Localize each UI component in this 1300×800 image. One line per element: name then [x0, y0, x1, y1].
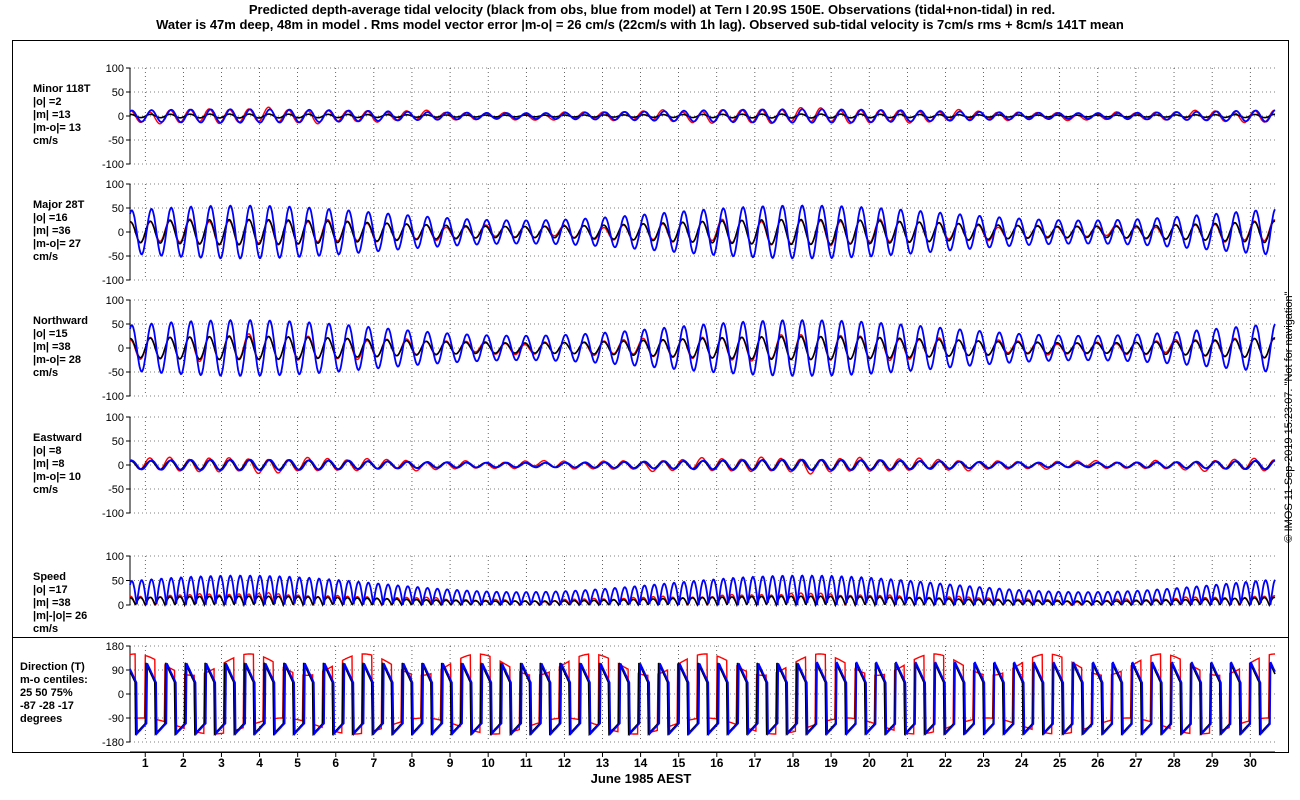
y-tick-label: -100 [102, 391, 124, 403]
x-tick-label: 28 [1167, 756, 1181, 770]
x-tick-label: 13 [596, 756, 610, 770]
x-tick-label: 30 [1244, 756, 1258, 770]
y-tick-label: 50 [112, 87, 124, 99]
x-tick-label: 6 [332, 756, 339, 770]
x-tick-label: 15 [672, 756, 686, 770]
y-tick-label: 100 [106, 179, 124, 191]
y-tick-label: -50 [108, 251, 124, 263]
y-tick-label: 0 [118, 343, 124, 355]
x-tick-label: 9 [447, 756, 454, 770]
y-tick-label: 0 [118, 111, 124, 123]
chart-title-line-2: Water is 47m deep, 48m in model . Rms mo… [156, 17, 1124, 32]
x-tick-label: 23 [977, 756, 991, 770]
panel-label-line: |m|-|o|= 26 [33, 610, 87, 622]
x-tick-label: 8 [409, 756, 416, 770]
panel-label-line: Major 28T [33, 199, 85, 211]
panel-label-line: cm/s [33, 484, 58, 496]
x-tick-label: 18 [786, 756, 800, 770]
y-tick-label: 50 [112, 576, 124, 588]
panel-label-line: cm/s [33, 623, 58, 635]
x-tick-label: 22 [939, 756, 953, 770]
y-tick-label: 100 [106, 63, 124, 75]
x-tick-label: 29 [1205, 756, 1219, 770]
x-tick-label: 25 [1053, 756, 1067, 770]
x-tick-label: 3 [218, 756, 225, 770]
panel-label-line: Direction (T) [20, 661, 85, 673]
x-tick-label: 17 [748, 756, 762, 770]
panel-label-line: |m| =38 [33, 341, 71, 353]
panel-label-line: m-o centiles: [20, 674, 88, 686]
x-tick-label: 19 [824, 756, 838, 770]
y-tick-label: 100 [106, 295, 124, 307]
x-tick-label: 20 [863, 756, 877, 770]
y-tick-label: 100 [106, 551, 124, 563]
x-tick-label: 26 [1091, 756, 1105, 770]
x-tick-label: 2 [180, 756, 187, 770]
panel-label-line: |o| =15 [33, 328, 68, 340]
x-tick-label: 16 [710, 756, 724, 770]
x-tick-label: 7 [371, 756, 378, 770]
panel-label-line: |m| =38 [33, 597, 71, 609]
panel-label-line: |m| =8 [33, 458, 65, 470]
x-tick-label: 1 [142, 756, 149, 770]
y-tick-label: 90 [112, 665, 124, 677]
panel-label-line: |o| =17 [33, 584, 68, 596]
y-tick-label: -50 [108, 135, 124, 147]
panel-label-line: Speed [33, 571, 66, 583]
y-tick-label: 50 [112, 436, 124, 448]
panel-label-line: cm/s [33, 135, 58, 147]
y-tick-label: 180 [106, 641, 124, 653]
panel-label-line: Eastward [33, 432, 82, 444]
y-tick-label: 50 [112, 203, 124, 215]
panel-label-line: |o| =2 [33, 96, 61, 108]
panel-label-line: Minor 118T [33, 83, 91, 95]
panel-label-line: |m-o|= 13 [33, 122, 81, 134]
x-tick-label: 14 [634, 756, 648, 770]
panel-label-line: |o| =8 [33, 445, 61, 457]
y-tick-label: 0 [118, 227, 124, 239]
x-tick-label: 10 [481, 756, 495, 770]
panel-label-line: 25 50 75% [20, 687, 73, 699]
panel-label-line: |m-o|= 27 [33, 238, 81, 250]
panel-label-line: -87 -28 -17 [20, 700, 74, 712]
x-tick-label: 4 [256, 756, 263, 770]
y-tick-label: -50 [108, 484, 124, 496]
y-tick-label: 0 [118, 460, 124, 472]
y-tick-label: 50 [112, 319, 124, 331]
y-tick-label: 100 [106, 412, 124, 424]
tidal-velocity-chart: Predicted depth-average tidal velocity (… [0, 0, 1300, 800]
y-tick-label: -100 [102, 159, 124, 171]
y-tick-label: -180 [102, 737, 124, 749]
y-tick-label: 0 [118, 689, 124, 701]
y-tick-label: -50 [108, 367, 124, 379]
panel-label-line: cm/s [33, 251, 58, 263]
chart-title-line-1: Predicted depth-average tidal velocity (… [249, 2, 1055, 17]
panel-label-line: |m-o|= 28 [33, 354, 81, 366]
panel-label-line: degrees [20, 713, 62, 725]
x-tick-label: 27 [1129, 756, 1143, 770]
y-tick-label: 0 [118, 600, 124, 612]
x-tick-label: 12 [558, 756, 572, 770]
panel-label-line: |m| =36 [33, 225, 71, 237]
x-tick-label: 11 [520, 756, 533, 770]
x-tick-label: 24 [1015, 756, 1029, 770]
y-tick-label: -90 [108, 713, 124, 725]
panel-label-line: |m-o|= 10 [33, 471, 81, 483]
x-axis-label: June 1985 AEST [591, 771, 692, 786]
y-tick-label: -100 [102, 508, 124, 520]
panel-label-line: cm/s [33, 367, 58, 379]
x-tick-label: 5 [294, 756, 301, 770]
panel-label-line: Northward [33, 315, 88, 327]
y-tick-label: -100 [102, 275, 124, 287]
credit-text: © IMOS 11-Sep-2019 15:23:07. "Not for na… [1283, 291, 1295, 542]
panel-label-line: |o| =16 [33, 212, 68, 224]
panel-label-line: |m| =13 [33, 109, 71, 121]
x-tick-label: 21 [901, 756, 915, 770]
